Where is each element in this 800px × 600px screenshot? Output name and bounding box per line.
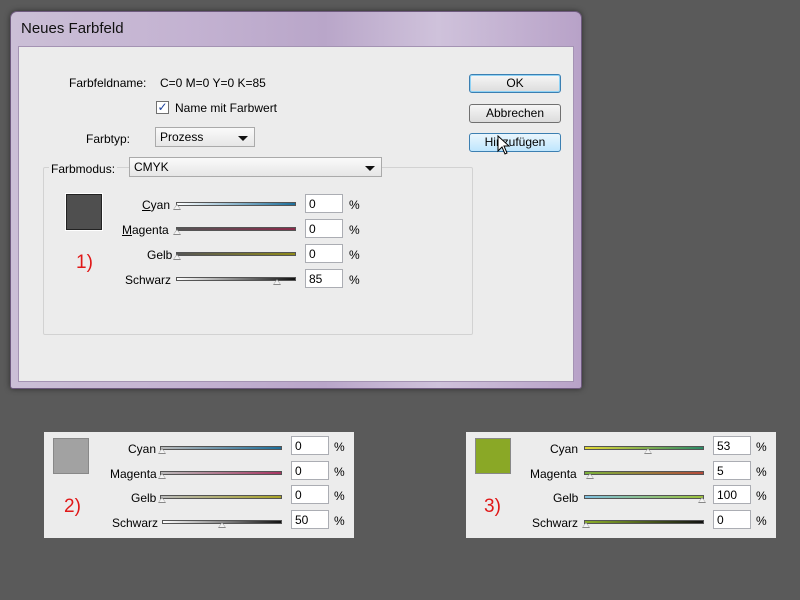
panel-2-cyan-input[interactable]: 0 [291, 436, 329, 455]
name-with-value-label[interactable]: Name mit Farbwert [175, 101, 277, 115]
swatch-name-value: C=0 M=0 Y=0 K=85 [160, 76, 266, 90]
dialog-title: Neues Farbfeld [21, 20, 124, 37]
color-type-value: Prozess [160, 130, 204, 144]
yellow-value-input[interactable]: 0 [305, 244, 343, 263]
panel-2-black-thumb[interactable] [218, 522, 226, 528]
dialog-client-area: Farbfeldname: C=0 M=0 Y=0 K=85 ✓ Name mi… [18, 46, 574, 382]
dialog-titlebar[interactable]: Neues Farbfeld [11, 12, 581, 46]
panel-2-magenta-slider[interactable] [160, 471, 282, 475]
annotation-1: 1) [76, 252, 93, 273]
yellow-label-text: Gelb [147, 248, 173, 262]
black-value-input[interactable]: 85 [305, 269, 343, 288]
yellow-label: Gelb [147, 248, 172, 262]
color-mode-label: Farbmodus: [49, 162, 118, 176]
magenta-slider-thumb[interactable] [173, 229, 181, 235]
black-label: Schwarz [125, 273, 171, 287]
color-type-select[interactable]: Prozess [155, 127, 255, 147]
panel-2: Cyan 0 % Magenta 0 % Gelb 0 % Schwarz 50… [44, 432, 354, 538]
cyan-slider-thumb[interactable] [173, 204, 181, 210]
magenta-label-text: agenta [132, 223, 169, 237]
cancel-button[interactable]: Abbrechen [469, 104, 561, 123]
panel-2-cyan-percent: % [334, 440, 345, 454]
panel-2-black-percent: % [334, 514, 345, 528]
magenta-slider-track[interactable] [176, 227, 296, 231]
panel-3-cyan-percent: % [756, 440, 767, 454]
magenta-percent: % [349, 223, 360, 237]
panel-2-magenta-thumb[interactable] [158, 473, 166, 479]
cyan-label-text: yan [150, 198, 171, 212]
panel-3-magenta-slider[interactable] [584, 471, 704, 475]
magenta-label: Magenta [122, 223, 169, 237]
cyan-value-input[interactable]: 0 [305, 194, 343, 213]
new-swatch-dialog: Neues Farbfeld Farbfeldname: C=0 M=0 Y=0… [10, 11, 582, 389]
color-mode-select[interactable]: CMYK [129, 157, 382, 177]
panel-3-yellow-thumb[interactable] [698, 497, 706, 503]
panel-2-cyan-slider[interactable] [160, 446, 282, 450]
panel-2-cyan-thumb[interactable] [158, 448, 166, 454]
yellow-percent: % [349, 248, 360, 262]
panel-2-magenta-percent: % [334, 465, 345, 479]
panel-2-yellow-input[interactable]: 0 [291, 485, 329, 504]
black-label-text: Schwarz [125, 273, 172, 287]
panel-3-black-slider[interactable] [584, 520, 704, 524]
panel-2-black-label: Schwarz [112, 516, 159, 530]
panel-2-cyan-label: Cyan [128, 442, 157, 456]
panel-3-swatch [475, 438, 511, 474]
panel-2-yellow-thumb[interactable] [158, 497, 166, 503]
color-preview-swatch [65, 193, 103, 231]
panel-3-cyan-thumb[interactable] [644, 448, 652, 454]
panel-3-black-thumb[interactable] [582, 522, 590, 528]
black-slider-thumb[interactable] [273, 279, 281, 285]
panel-3-magenta-label: Magenta [530, 467, 577, 481]
panel-3-yellow-label: Gelb [553, 491, 579, 505]
panel-3-cyan-label: Cyan [550, 442, 579, 456]
cyan-percent: % [349, 198, 360, 212]
add-button[interactable]: Hinzufügen [469, 133, 561, 152]
color-mode-value: CMYK [134, 160, 169, 174]
color-type-label: Farbtyp: [86, 132, 131, 146]
panel-2-yellow-slider[interactable] [160, 495, 282, 499]
color-mode-group [43, 167, 473, 335]
panel-3-black-percent: % [756, 514, 767, 528]
panel-3-yellow-percent: % [756, 489, 767, 503]
panel-3-magenta-percent: % [756, 465, 767, 479]
panel-3-cyan-input[interactable]: 53 [713, 436, 751, 455]
panel-3-black-label: Schwarz [532, 516, 579, 530]
panel-2-swatch [53, 438, 89, 474]
chevron-down-icon [365, 166, 375, 171]
yellow-slider-thumb[interactable] [173, 254, 181, 260]
name-with-value-checkbox[interactable]: ✓ [156, 101, 169, 114]
panel-3-magenta-input[interactable]: 5 [713, 461, 751, 480]
panel-3-black-input[interactable]: 0 [713, 510, 751, 529]
magenta-value-input[interactable]: 0 [305, 219, 343, 238]
panel-3-yellow-input[interactable]: 100 [713, 485, 751, 504]
panel-3: Cyan 53 % Magenta 5 % Gelb 100 % Schwarz… [466, 432, 776, 538]
panel-3-magenta-thumb[interactable] [586, 473, 594, 479]
cyan-slider-track[interactable] [176, 202, 296, 206]
panel-2-yellow-label: Gelb [131, 491, 157, 505]
ok-button[interactable]: OK [469, 74, 561, 93]
panel-2-black-input[interactable]: 50 [291, 510, 329, 529]
panel-2-magenta-label: Magenta [110, 467, 157, 481]
mouse-cursor-icon [497, 135, 511, 155]
chevron-down-icon [238, 136, 248, 141]
swatch-name-label: Farbfeldname: [69, 76, 147, 90]
panel-3-yellow-slider[interactable] [584, 495, 704, 499]
black-percent: % [349, 273, 360, 287]
cyan-label: Cyan [142, 198, 171, 212]
panel-2-yellow-percent: % [334, 489, 345, 503]
panel-2-magenta-input[interactable]: 0 [291, 461, 329, 480]
yellow-slider-track[interactable] [176, 252, 296, 256]
annotation-2: 2) [64, 496, 81, 517]
annotation-3: 3) [484, 496, 501, 517]
